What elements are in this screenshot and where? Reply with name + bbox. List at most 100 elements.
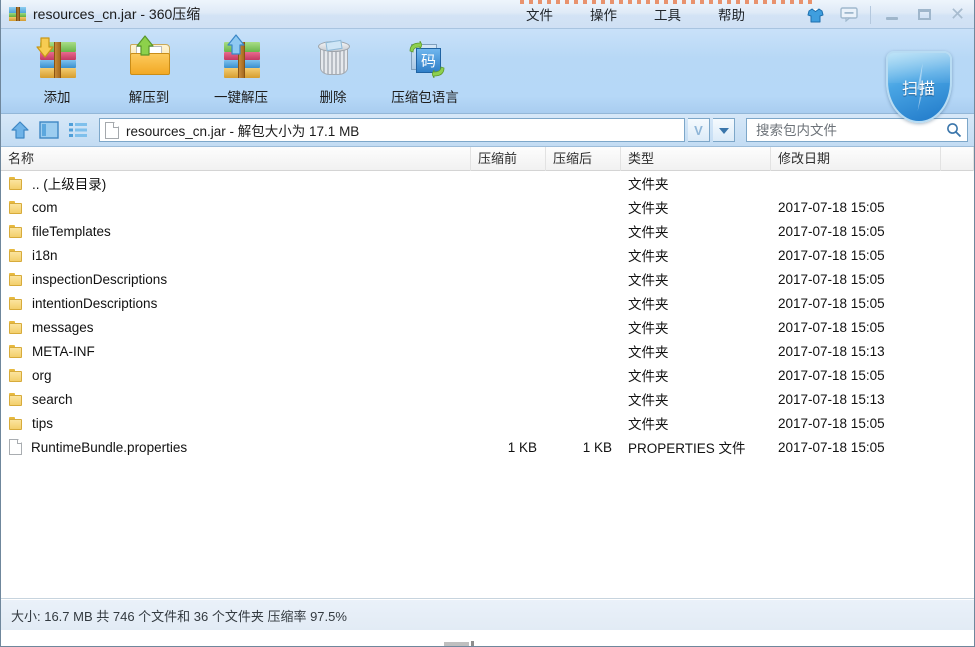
table-row[interactable]: intentionDescriptions 文件夹 2017-07-18 15:05 bbox=[1, 291, 974, 315]
cell-size-before: 1 KB bbox=[507, 439, 537, 455]
minimize-button[interactable] bbox=[875, 4, 908, 26]
file-list-header: 名称 压缩前 压缩后 类型 修改日期 bbox=[1, 146, 974, 171]
table-row[interactable]: org 文件夹 2017-07-18 15:05 bbox=[1, 363, 974, 387]
folder-icon bbox=[9, 320, 24, 334]
cell-name: RuntimeBundle.properties bbox=[1, 439, 471, 455]
message-icon[interactable] bbox=[832, 2, 866, 27]
column-header-type[interactable]: 类型 bbox=[621, 146, 771, 171]
close-button[interactable]: ✕ bbox=[941, 4, 974, 26]
cell-type: 文件夹 bbox=[628, 345, 669, 360]
cell-date: 2017-07-18 15:05 bbox=[778, 367, 885, 383]
window-controls-group: ✕ bbox=[798, 0, 974, 29]
window-title: resources_cn.jar - 360压缩 bbox=[33, 6, 201, 22]
title-left-group: resources_cn.jar - 360压缩 bbox=[1, 4, 200, 24]
cell-date: 2017-07-18 15:05 bbox=[778, 295, 885, 311]
list-view-icon[interactable] bbox=[65, 117, 91, 143]
table-row[interactable]: META-INF 文件夹 2017-07-18 15:13 bbox=[1, 339, 974, 363]
path-field[interactable]: resources_cn.jar - 解包大小为 17.1 MB bbox=[99, 118, 685, 142]
folder-icon bbox=[9, 272, 24, 286]
delete-button[interactable]: 删除 bbox=[287, 29, 379, 106]
file-name-label: .. (上级目录) bbox=[32, 177, 107, 192]
scan-button[interactable]: 扫描 bbox=[886, 51, 952, 123]
file-name-label: RuntimeBundle.properties bbox=[31, 439, 188, 455]
file-name-label: inspectionDescriptions bbox=[32, 271, 168, 287]
chevron-down-icon[interactable] bbox=[713, 118, 735, 142]
table-row[interactable]: search 文件夹 2017-07-18 15:13 bbox=[1, 387, 974, 411]
folder-icon bbox=[9, 224, 24, 238]
cell-type: 文件夹 bbox=[628, 297, 669, 312]
menu-file[interactable]: 文件 bbox=[513, 0, 566, 29]
folder-icon bbox=[9, 176, 24, 190]
table-row[interactable]: com 文件夹 2017-07-18 15:05 bbox=[1, 195, 974, 219]
archive-icon bbox=[9, 6, 26, 22]
title-bar: resources_cn.jar - 360压缩 文件 操作 工具 帮助 ✕ bbox=[1, 0, 974, 29]
search-input[interactable] bbox=[754, 121, 945, 139]
cell-name: intentionDescriptions bbox=[1, 296, 471, 311]
archive-language-icon: 码 bbox=[399, 34, 451, 82]
shield-scan-icon: 扫描 bbox=[886, 51, 952, 123]
maximize-button[interactable] bbox=[908, 4, 941, 26]
cell-date: 2017-07-18 15:05 bbox=[778, 247, 885, 263]
column-header-date[interactable]: 修改日期 bbox=[771, 146, 941, 171]
folder-icon bbox=[9, 416, 24, 430]
cell-type: PROPERTIES 文件 bbox=[628, 441, 746, 456]
cell-type: 文件夹 bbox=[628, 249, 669, 264]
preview-panel-icon[interactable] bbox=[36, 117, 62, 143]
menu-action[interactable]: 操作 bbox=[577, 0, 630, 29]
cell-date: 2017-07-18 15:13 bbox=[778, 343, 885, 359]
one-click-extract-button[interactable]: 一键解压 bbox=[195, 29, 287, 106]
table-row[interactable]: RuntimeBundle.properties 1 KB 1 KB PROPERTI… bbox=[1, 435, 974, 459]
table-row[interactable]: tips 文件夹 2017-07-18 15:05 bbox=[1, 411, 974, 435]
folder-icon bbox=[9, 296, 24, 310]
file-icon bbox=[105, 121, 119, 139]
cell-name: tips bbox=[1, 416, 471, 431]
cell-type: 文件夹 bbox=[628, 369, 669, 384]
column-header-post[interactable]: 压缩后 bbox=[546, 146, 621, 171]
folder-icon bbox=[9, 368, 24, 382]
folder-icon bbox=[9, 392, 24, 406]
cell-type: 文件夹 bbox=[628, 225, 669, 240]
cell-type: 文件夹 bbox=[628, 417, 669, 432]
cell-date: 2017-07-18 15:05 bbox=[778, 223, 885, 239]
menu-bar: 文件 操作 工具 帮助 bbox=[513, 0, 769, 29]
app-window: resources_cn.jar - 360压缩 文件 操作 工具 帮助 ✕ 添… bbox=[0, 0, 975, 647]
file-name-label: META-INF bbox=[32, 343, 95, 359]
search-icon[interactable] bbox=[945, 121, 963, 139]
status-bar: 大小: 16.7 MB 共 746 个文件和 36 个文件夹 压缩率 97.5% bbox=[1, 599, 974, 630]
table-row[interactable]: i18n 文件夹 2017-07-18 15:05 bbox=[1, 243, 974, 267]
taskbar-fragment-divider bbox=[471, 641, 474, 646]
one-click-extract-icon bbox=[215, 34, 267, 82]
cell-type: 文件夹 bbox=[628, 393, 669, 408]
add-button[interactable]: 添加 bbox=[11, 29, 103, 106]
file-name-label: com bbox=[32, 199, 58, 215]
up-arrow-icon[interactable] bbox=[7, 117, 33, 143]
file-list[interactable]: .. (上级目录) 文件夹 com 文件夹 2017-07-18 15:05 fileTe… bbox=[1, 171, 974, 599]
trash-icon bbox=[307, 34, 359, 82]
cell-date: 2017-07-18 15:13 bbox=[778, 391, 885, 407]
cell-name: messages bbox=[1, 320, 471, 335]
address-bar: resources_cn.jar - 解包大小为 17.1 MB V bbox=[1, 114, 974, 147]
close-icon: ✕ bbox=[949, 3, 966, 25]
file-name-label: fileTemplates bbox=[32, 223, 111, 239]
file-name-label: messages bbox=[32, 319, 94, 335]
archive-language-button-label: 压缩包语言 bbox=[391, 90, 459, 105]
shirt-icon[interactable] bbox=[798, 2, 832, 27]
column-header-pre[interactable]: 压缩前 bbox=[471, 146, 546, 171]
table-row[interactable]: messages 文件夹 2017-07-18 15:05 bbox=[1, 315, 974, 339]
menu-help[interactable]: 帮助 bbox=[705, 0, 758, 29]
table-row[interactable]: fileTemplates 文件夹 2017-07-18 15:05 bbox=[1, 219, 974, 243]
column-header-name[interactable]: 名称 bbox=[1, 146, 471, 171]
cell-date: 2017-07-18 15:05 bbox=[778, 415, 885, 431]
cell-name: search bbox=[1, 392, 471, 407]
table-row[interactable]: inspectionDescriptions 文件夹 2017-07-18 15:0… bbox=[1, 267, 974, 291]
folder-icon bbox=[9, 200, 24, 214]
menu-tools[interactable]: 工具 bbox=[641, 0, 694, 29]
cell-type: 文件夹 bbox=[628, 177, 669, 192]
extract-to-button[interactable]: 解压到 bbox=[103, 29, 195, 106]
table-row[interactable]: .. (上级目录) 文件夹 bbox=[1, 171, 974, 195]
cell-name: .. (上级目录) bbox=[1, 173, 471, 193]
archive-language-button[interactable]: 码 压缩包语言 bbox=[379, 29, 471, 106]
titlebar-divider bbox=[870, 5, 871, 24]
history-v-icon[interactable]: V bbox=[688, 118, 710, 142]
cell-name: inspectionDescriptions bbox=[1, 272, 471, 287]
